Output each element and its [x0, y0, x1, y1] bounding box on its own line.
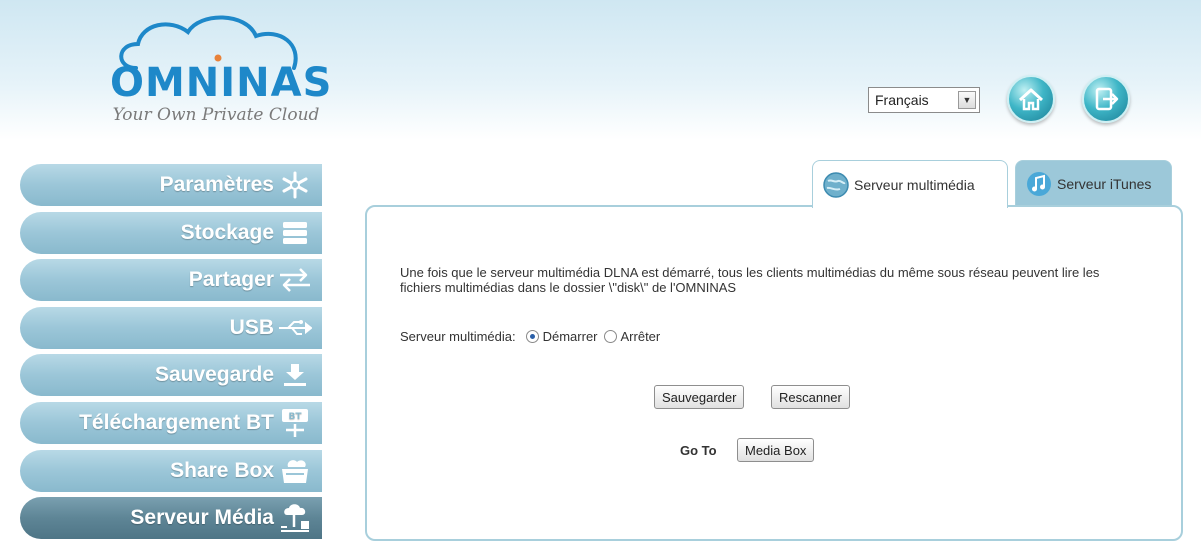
tab-label: Serveur iTunes — [1057, 175, 1152, 192]
sidebar-item-label: Serveur Média — [130, 506, 274, 530]
sidebar-item-partager[interactable]: Partager — [20, 259, 322, 302]
radio-start-label[interactable]: Démarrer — [543, 329, 598, 344]
music-note-icon — [1027, 171, 1051, 196]
sidebar-item-label: Paramètres — [159, 173, 274, 196]
sidebar-item-label: USB — [229, 315, 274, 339]
bt-badge-text: BT — [289, 412, 303, 422]
logo-wordmark: OMNINAS — [110, 60, 333, 106]
media-server-icon — [278, 503, 312, 533]
sidebar-item-label: Sauvegarde — [154, 363, 274, 387]
sidebar-item-label: Stockage — [180, 220, 274, 244]
home-button[interactable] — [1007, 75, 1055, 123]
radio-group-label: Serveur multimédia: — [400, 329, 516, 344]
sidebar-item-share-box[interactable]: Share Box — [20, 449, 322, 492]
home-icon — [1018, 88, 1044, 111]
storage-icon — [278, 218, 312, 248]
radio-start[interactable] — [525, 330, 539, 343]
rescan-button[interactable]: Rescanner — [771, 385, 850, 409]
sidebar-item-label: Share Box — [170, 458, 274, 482]
logout-icon — [1095, 87, 1119, 111]
radio-stop[interactable] — [603, 330, 617, 343]
share-arrows-icon — [278, 265, 312, 295]
sidebar-item-stockage[interactable]: Stockage — [20, 211, 322, 254]
sidebar-item-parametres[interactable]: Paramètres — [20, 164, 322, 206]
description-text: Une fois que le serveur multimédia DLNA … — [400, 265, 1100, 295]
download-icon — [278, 360, 312, 390]
sidebar-item-label: Partager — [188, 268, 274, 292]
tab-serveur-itunes[interactable]: Serveur iTunes — [1015, 160, 1172, 206]
media-server-radio-group: Serveur multimédia: Démarrer Arrêter — [400, 329, 660, 344]
language-select[interactable]: Français ▼ — [868, 87, 980, 113]
tab-serveur-multimedia[interactable]: Serveur multimédia — [812, 160, 1008, 208]
settings-icon — [278, 170, 312, 200]
media-server-panel: Une fois que le serveur multimédia DLNA … — [365, 205, 1183, 541]
share-box-icon — [278, 456, 312, 486]
globe-icon — [823, 171, 849, 198]
omninas-logo: OMNINAS Your Own Private Cloud — [96, 10, 336, 130]
sidebar-item-sauvegarde[interactable]: Sauvegarde — [20, 354, 322, 397]
usb-icon — [278, 313, 312, 343]
sidebar-item-telechargement-bt[interactable]: Téléchargement BT BT — [20, 401, 322, 444]
radio-stop-label[interactable]: Arrêter — [621, 329, 661, 344]
sidebar-item-label: Téléchargement BT — [79, 410, 274, 434]
sidebar-item-serveur-media[interactable]: Serveur Média — [20, 497, 322, 540]
sidebar-menu: Paramètres Stockage Partager USB Sauvega… — [20, 164, 322, 545]
language-select-value: Français — [875, 92, 929, 108]
bt-download-icon: BT — [278, 408, 312, 438]
header: OMNINAS Your Own Private Cloud Français … — [0, 0, 1201, 140]
media-box-button[interactable]: Media Box — [737, 438, 815, 462]
tab-label: Serveur multimédia — [854, 176, 975, 193]
chevron-down-icon[interactable]: ▼ — [958, 91, 976, 109]
sidebar-item-usb[interactable]: USB — [20, 306, 322, 349]
save-button[interactable]: Sauvegarder — [654, 385, 745, 409]
goto-label: Go To — [680, 443, 717, 458]
logo-tagline: Your Own Private Cloud — [112, 105, 320, 125]
logout-button[interactable] — [1082, 75, 1130, 123]
